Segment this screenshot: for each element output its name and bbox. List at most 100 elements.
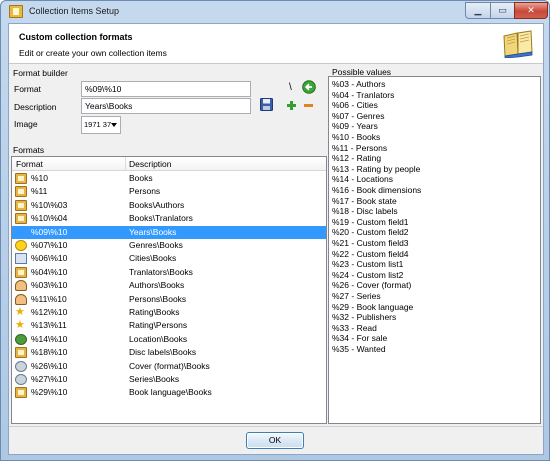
- book-icon: [15, 199, 27, 211]
- smiley-icon: [15, 240, 27, 251]
- format-cell: %10\%04: [31, 213, 68, 224]
- description-input[interactable]: Years\Books: [81, 98, 251, 114]
- table-row[interactable]: %18\%10 Disc labels\Books: [12, 346, 326, 359]
- arrow-left-icon[interactable]: [302, 80, 316, 94]
- dialog-client-area: Custom collection formats Edit or create…: [8, 23, 544, 455]
- document-icon: [15, 253, 27, 265]
- list-item[interactable]: %09 - Years: [332, 121, 378, 131]
- list-item[interactable]: %12 - Rating: [332, 153, 381, 163]
- format-cell: %11\%10: [31, 293, 67, 304]
- table-row[interactable]: %14\%10 Location\Books: [12, 333, 326, 346]
- possible-values-list[interactable]: %03 - Authors %04 - Tranlators %06 - Citie…: [328, 76, 541, 424]
- disc-icon: [15, 374, 27, 385]
- list-item[interactable]: %13 - Rating by people: [332, 164, 420, 174]
- format-input[interactable]: %09\%10: [81, 81, 251, 97]
- table-row[interactable]: %09\%10 Years\Books: [12, 225, 326, 239]
- description-cell: Series\Books: [129, 374, 180, 384]
- list-item[interactable]: %33 - Read: [332, 323, 377, 333]
- table-row[interactable]: %07\%10 Genres\Books: [12, 239, 326, 252]
- format-cell: %29\%10: [31, 387, 68, 398]
- list-item[interactable]: %35 - Wanted: [332, 344, 386, 354]
- table-row[interactable]: %11 Persons: [12, 185, 326, 198]
- ok-button[interactable]: OK: [246, 432, 304, 449]
- list-item[interactable]: %14 - Locations: [332, 174, 393, 184]
- column-header-description[interactable]: Description: [129, 159, 172, 169]
- column-divider[interactable]: [125, 157, 126, 171]
- year-icon: [15, 227, 27, 238]
- title-bar[interactable]: Collection Items Setup ▁ ▭ ✕: [1, 1, 549, 23]
- description-cell: Tranlators\Books: [129, 266, 193, 277]
- format-cell: %12\%10: [31, 307, 68, 317]
- description-label: Description: [14, 102, 57, 112]
- description-cell: Cities\Books: [129, 253, 177, 264]
- list-item[interactable]: %29 - Book language: [332, 302, 413, 312]
- list-item[interactable]: %06 - Cities: [332, 100, 378, 110]
- add-icon[interactable]: [287, 101, 296, 110]
- table-row[interactable]: ★ %12\%10 Rating\Books: [12, 306, 326, 319]
- description-cell: Rating\Persons: [129, 320, 188, 331]
- formats-list-header: Format Description: [12, 157, 326, 171]
- globe-icon: [15, 333, 27, 345]
- table-row[interactable]: %10\%04 Books\Tranlators: [12, 212, 326, 225]
- format-cell: %14\%10: [31, 333, 68, 344]
- backslash-insert-button[interactable]: \: [289, 82, 292, 93]
- list-item[interactable]: %11 - Persons: [332, 143, 387, 153]
- list-item[interactable]: %07 - Genres: [332, 111, 384, 121]
- description-cell: Cover (format)\Books: [129, 360, 210, 371]
- table-row[interactable]: %04\%10 Tranlators\Books: [12, 266, 326, 279]
- table-row[interactable]: %10 Books: [12, 172, 326, 185]
- table-row[interactable]: %29\%10 Book language\Books: [12, 386, 326, 399]
- person-icon: [15, 280, 27, 292]
- close-button[interactable]: ✕: [514, 2, 548, 19]
- format-cell: %07\%10: [31, 240, 68, 250]
- book-icon: [15, 213, 27, 225]
- maximize-button[interactable]: ▭: [490, 2, 515, 19]
- table-row[interactable]: %03\%10 Authors\Books: [12, 279, 326, 292]
- list-item[interactable]: %26 - Cover (format): [332, 280, 411, 290]
- description-cell: Rating\Books: [129, 307, 180, 317]
- list-item[interactable]: %24 - Custom list2: [332, 270, 403, 280]
- table-row[interactable]: %27\%10 Series\Books: [12, 373, 326, 386]
- list-item[interactable]: %03 - Authors: [332, 79, 385, 89]
- formats-list[interactable]: Format Description %10 Books %11 Persons %10…: [11, 156, 327, 424]
- table-row[interactable]: %06\%10 Cities\Books: [12, 252, 326, 265]
- list-item[interactable]: %21 - Custom field3: [332, 238, 409, 248]
- format-cell: %10: [31, 173, 49, 183]
- format-cell: %09\%10: [31, 226, 68, 237]
- description-cell: Persons\Books: [129, 293, 187, 304]
- list-item[interactable]: %20 - Custom field2: [332, 227, 409, 237]
- list-item[interactable]: %10 - Books: [332, 132, 380, 142]
- list-item[interactable]: %19 - Custom field1: [332, 217, 409, 227]
- save-icon[interactable]: [260, 98, 273, 111]
- list-item[interactable]: %34 - For sale: [332, 333, 387, 343]
- chevron-down-icon: [111, 123, 117, 127]
- list-item[interactable]: %04 - Tranlators: [332, 90, 394, 100]
- description-cell: Genres\Books: [129, 240, 183, 250]
- list-item[interactable]: %22 - Custom field4: [332, 249, 409, 259]
- header-subtitle: Edit or create your own collection items: [19, 48, 167, 58]
- remove-icon[interactable]: [304, 104, 313, 107]
- app-icon: [9, 5, 23, 18]
- table-row[interactable]: %11\%10 Persons\Books: [12, 293, 326, 306]
- table-row[interactable]: %26\%10 Cover (format)\Books: [12, 360, 326, 373]
- dialog-window: Collection Items Setup ▁ ▭ ✕ Custom coll…: [0, 0, 550, 461]
- table-row[interactable]: %10\%03 Books\Authors: [12, 199, 326, 212]
- window-title: Collection Items Setup: [29, 6, 120, 16]
- image-select[interactable]: 1971 37: [81, 116, 121, 134]
- table-row[interactable]: ★ %13\%11 Rating\Persons: [12, 319, 326, 332]
- minimize-button[interactable]: ▁: [465, 2, 491, 19]
- description-cell: Books\Tranlators: [129, 213, 193, 224]
- open-book-icon: [503, 30, 533, 58]
- list-item[interactable]: %32 - Publishers: [332, 312, 396, 322]
- list-item[interactable]: %18 - Disc labels: [332, 206, 398, 216]
- list-item[interactable]: %16 - Book dimensions: [332, 185, 421, 195]
- book-icon: [15, 347, 27, 359]
- list-item[interactable]: %17 - Book state: [332, 196, 397, 206]
- book-icon: [15, 186, 27, 198]
- column-header-format[interactable]: Format: [16, 159, 43, 169]
- star-icon: ★: [15, 306, 25, 318]
- list-item[interactable]: %23 - Custom list1: [332, 259, 403, 269]
- star-icon: ★: [15, 319, 25, 332]
- format-cell: %10\%03: [31, 199, 68, 210]
- list-item[interactable]: %27 - Series: [332, 291, 381, 301]
